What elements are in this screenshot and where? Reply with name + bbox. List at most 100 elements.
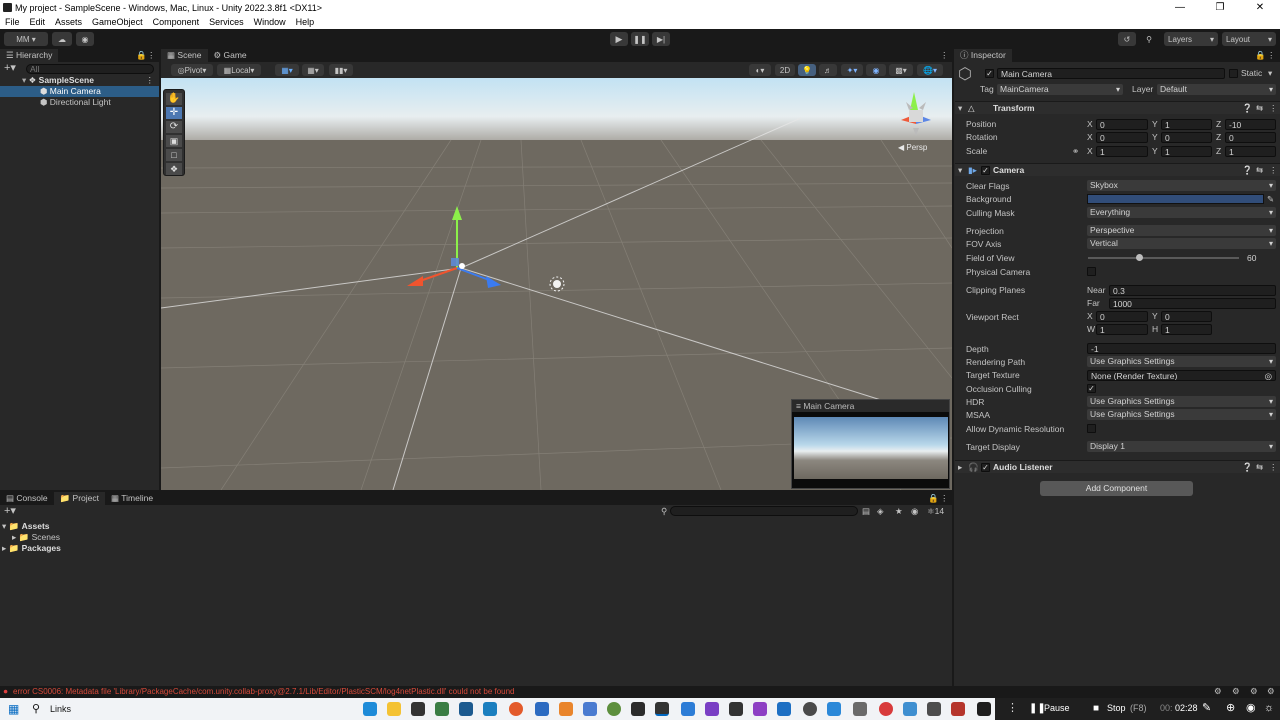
- app-icon[interactable]: [853, 702, 867, 716]
- scale-tool-icon[interactable]: ▣: [166, 135, 182, 147]
- app-icon[interactable]: [777, 702, 791, 716]
- mode-2d-button[interactable]: 2D: [775, 64, 795, 76]
- position-z-field[interactable]: -10: [1225, 119, 1276, 130]
- clear-flags-dropdown[interactable]: Skybox: [1087, 180, 1276, 191]
- foldout-icon[interactable]: ▾: [958, 165, 962, 176]
- menu-gameobject[interactable]: GameObject: [87, 17, 148, 27]
- tab-scene[interactable]: ▦ Scene: [161, 49, 208, 62]
- start-icon[interactable]: ▦: [8, 703, 19, 715]
- debug-mode-icon[interactable]: ⚙: [1232, 686, 1240, 697]
- transform-tool-icon[interactable]: ❖: [166, 163, 182, 175]
- filter-type-icon[interactable]: ▤: [862, 506, 870, 517]
- hierarchy-search-input[interactable]: All: [26, 64, 154, 74]
- viewport-x-field[interactable]: 0: [1096, 311, 1148, 322]
- object-picker-icon[interactable]: ◎: [1265, 371, 1272, 380]
- lock-icon[interactable]: 🔒: [136, 50, 147, 61]
- rect-tool-icon[interactable]: □: [166, 149, 182, 161]
- layer-dropdown[interactable]: Default: [1157, 84, 1276, 95]
- eyedropper-icon[interactable]: ✎: [1267, 194, 1274, 205]
- component-menu-icon[interactable]: ⋮: [1269, 103, 1278, 114]
- hierarchy-item-main-camera[interactable]: ⬢ Main Camera: [0, 86, 159, 97]
- app-icon[interactable]: [583, 702, 597, 716]
- recorder-pause-label[interactable]: Pause: [1044, 703, 1070, 714]
- tag-dropdown[interactable]: MainCamera: [997, 84, 1123, 95]
- menu-window[interactable]: Window: [249, 17, 291, 27]
- position-y-field[interactable]: 1: [1161, 119, 1212, 130]
- app-icon[interactable]: [879, 702, 893, 716]
- audio-listener-checkbox[interactable]: ✓: [981, 463, 990, 472]
- app-icon[interactable]: [927, 702, 941, 716]
- hierarchy-item-directional-light[interactable]: ⬢ Directional Light: [0, 97, 159, 108]
- active-checkbox[interactable]: ✓: [985, 69, 994, 78]
- lock-icon[interactable]: 🔒: [928, 493, 939, 504]
- recorder-stop-label[interactable]: Stop: [1107, 703, 1126, 714]
- scene-row[interactable]: ▾ ❖ SampleScene ⋮: [0, 75, 159, 86]
- rotation-x-field[interactable]: 0: [1096, 132, 1148, 143]
- scene-menu-icon[interactable]: ⋮: [940, 50, 949, 61]
- viewport-w-field[interactable]: 1: [1096, 324, 1148, 335]
- menu-component[interactable]: Component: [148, 17, 205, 27]
- gizmos-icon[interactable]: 🌐▾: [917, 64, 943, 76]
- add-icon[interactable]: +▾: [4, 63, 16, 74]
- menu-assets[interactable]: Assets: [50, 17, 87, 27]
- unity-icon[interactable]: [655, 702, 669, 716]
- pause-button[interactable]: ❚❚: [631, 32, 649, 46]
- projection-dropdown[interactable]: Perspective: [1087, 225, 1276, 236]
- draw-icon[interactable]: ✎: [1202, 703, 1211, 714]
- edge-icon[interactable]: [363, 702, 377, 716]
- menu-help[interactable]: Help: [291, 17, 320, 27]
- stop-icon[interactable]: ■: [1093, 703, 1099, 714]
- background-color-field[interactable]: [1087, 194, 1264, 204]
- help-icon[interactable]: ❔: [1242, 462, 1253, 473]
- visual-studio-icon[interactable]: [705, 702, 719, 716]
- app-icon[interactable]: [559, 702, 573, 716]
- tab-timeline[interactable]: ▦ Timeline: [105, 492, 160, 505]
- tab-hierarchy[interactable]: ☰ Hierarchy: [0, 49, 59, 62]
- viewport-h-field[interactable]: 1: [1161, 324, 1212, 335]
- app-icon[interactable]: [631, 702, 645, 716]
- search-icon[interactable]: ⚲: [32, 703, 40, 715]
- preset-icon[interactable]: ⇆: [1256, 462, 1263, 473]
- tab-project[interactable]: 📁 Project: [53, 492, 106, 505]
- tree-item-scenes[interactable]: ▸ 📁 Scenes: [12, 532, 60, 543]
- far-field[interactable]: 1000: [1109, 298, 1276, 309]
- add-component-button[interactable]: Add Component: [1040, 481, 1193, 496]
- app-icon[interactable]: [951, 702, 965, 716]
- filter-label-icon[interactable]: ◈: [877, 506, 884, 517]
- fov-slider-track[interactable]: [1088, 257, 1239, 259]
- depth-field[interactable]: -1: [1087, 343, 1276, 354]
- zoom-icon[interactable]: ⊕: [1226, 703, 1235, 714]
- webcam-icon[interactable]: ☼: [1264, 703, 1274, 714]
- component-menu-icon[interactable]: ⋮: [1269, 165, 1278, 176]
- tab-game[interactable]: ⚙ Game: [207, 49, 253, 62]
- static-checkbox[interactable]: [1229, 69, 1238, 78]
- hidden-objects-icon[interactable]: ◉: [866, 64, 886, 76]
- audio-icon[interactable]: ♬: [819, 64, 837, 76]
- app-icon[interactable]: [803, 702, 817, 716]
- foldout-icon[interactable]: ▸: [12, 532, 16, 542]
- status-error-message[interactable]: error CS0006: Metadata file 'Library/Pac…: [13, 686, 515, 697]
- play-button[interactable]: ▶: [610, 32, 628, 46]
- help-icon[interactable]: ❔: [1242, 165, 1253, 176]
- fov-slider-handle[interactable]: [1136, 254, 1143, 261]
- tab-console[interactable]: ▤ Console: [0, 492, 54, 505]
- culling-mask-dropdown[interactable]: Everything: [1087, 207, 1276, 218]
- scene-menu-icon[interactable]: ⋮: [146, 75, 155, 86]
- project-search-input[interactable]: [670, 506, 858, 516]
- transform-header[interactable]: ▾ △ Transform ❔ ⇆ ⋮: [955, 101, 1280, 114]
- target-texture-field[interactable]: None (Render Texture) ◎: [1087, 370, 1276, 381]
- occlusion-culling-checkbox[interactable]: ✓: [1087, 384, 1096, 393]
- fov-field[interactable]: 60: [1243, 252, 1276, 263]
- scale-z-field[interactable]: 1: [1225, 146, 1276, 157]
- maximize-icon[interactable]: ❐: [1200, 0, 1240, 15]
- cloud-icon[interactable]: ☁: [52, 32, 72, 46]
- rendering-path-dropdown[interactable]: Use Graphics Settings: [1087, 356, 1276, 367]
- app-icon[interactable]: [729, 702, 743, 716]
- app-icon[interactable]: [535, 702, 549, 716]
- help-icon[interactable]: ❔: [1242, 103, 1253, 114]
- create-icon[interactable]: +▾: [4, 506, 16, 517]
- persp-label[interactable]: ◀ Persp: [898, 142, 927, 153]
- panel-menu-icon[interactable]: ⋮: [940, 493, 949, 504]
- pivot-dropdown[interactable]: ◎ Pivot ▾: [171, 64, 213, 76]
- editor-settings-icon[interactable]: ⚙: [1250, 686, 1258, 697]
